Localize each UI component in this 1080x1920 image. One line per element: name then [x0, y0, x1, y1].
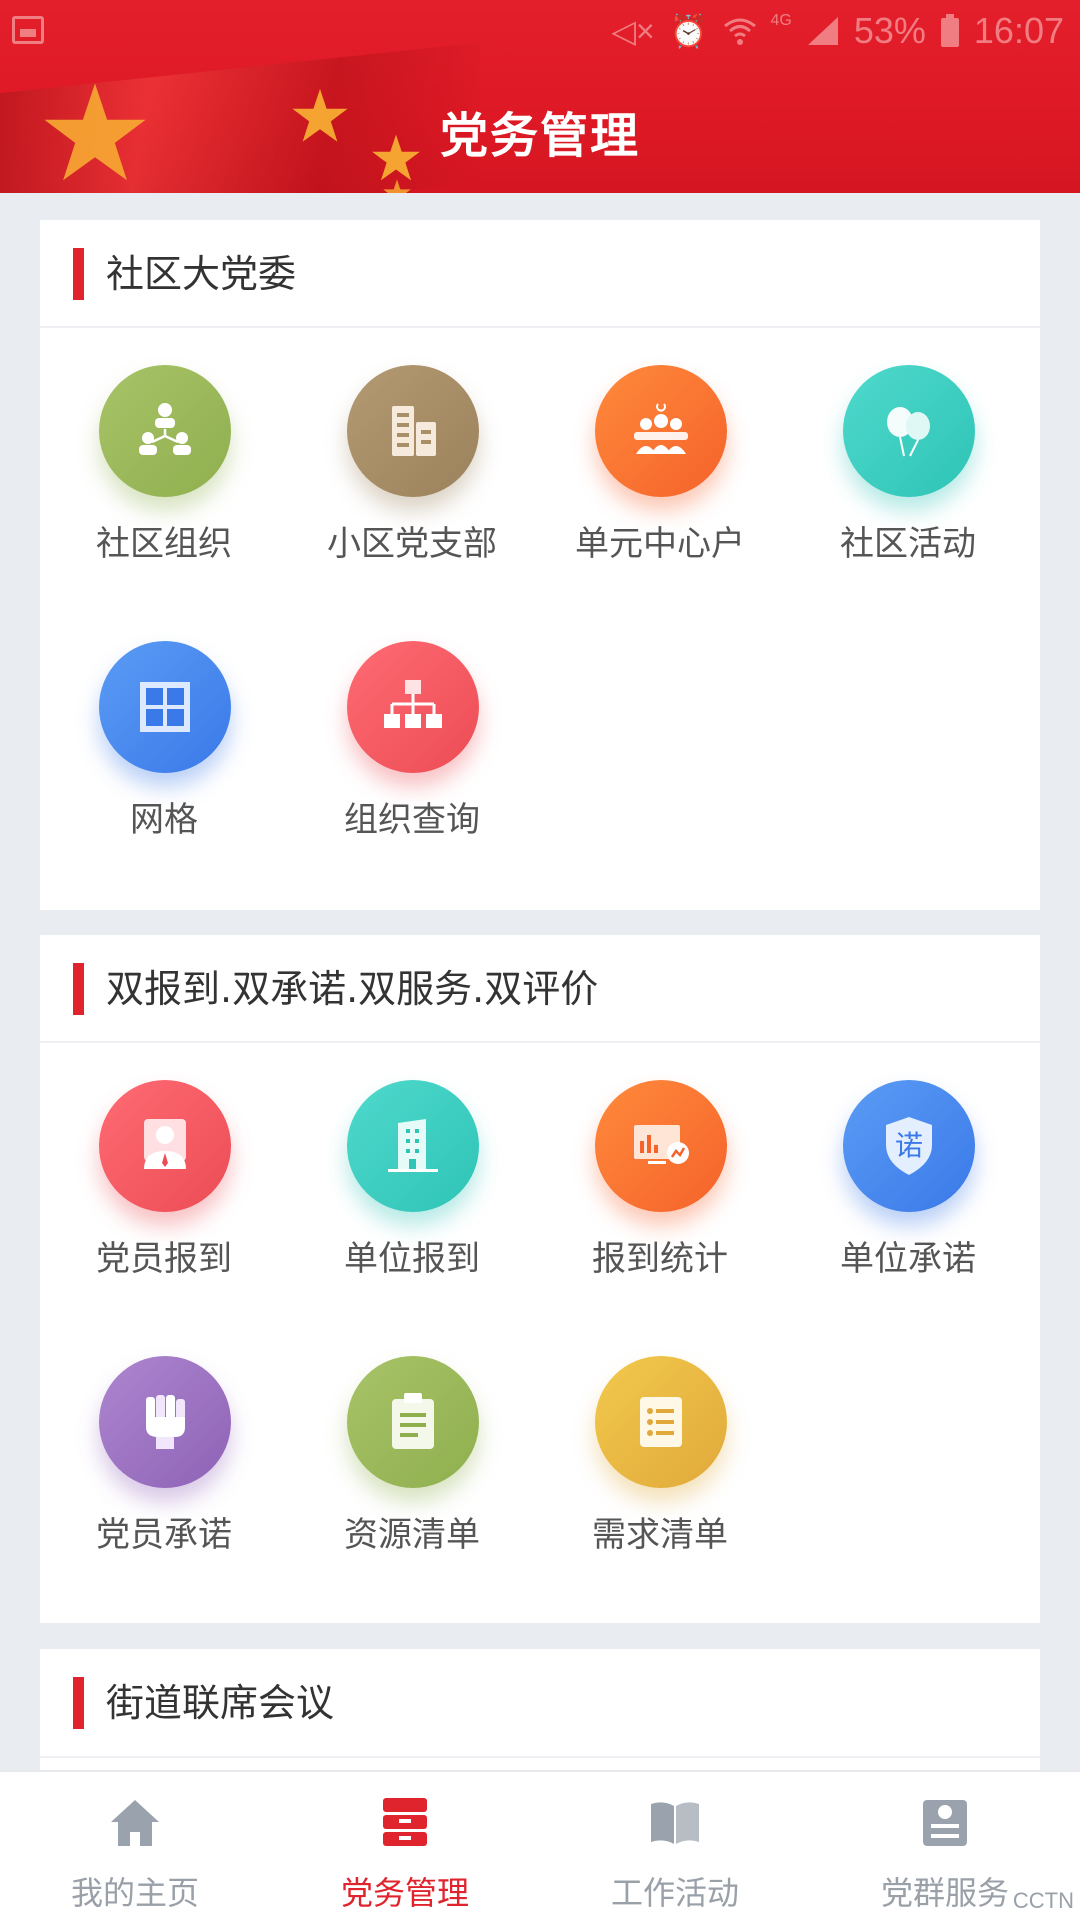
menu-item-member-promise[interactable]: 党员承诺 [40, 1319, 288, 1579]
menu-item-label: 小区党支部 [327, 524, 497, 564]
status-bar: ◁× ⏰ 4G 53% 16:07 [0, 0, 1080, 62]
nav-label: 我的主页 [70, 1874, 199, 1912]
section-title: 社区大党委 [106, 252, 297, 296]
service-icon [923, 1800, 967, 1846]
bottom-navigation: 我的主页 党务管理 工作活动 党群服务 CCTN [0, 1770, 1080, 1920]
org-people-icon [99, 365, 231, 497]
menu-item-label: 组织查询 [344, 800, 480, 840]
clipboard-icon [347, 1356, 479, 1488]
menu-item-resource-list[interactable]: 资源清单 [288, 1319, 536, 1579]
menu-item-member-report[interactable]: 党员报到 [40, 1043, 288, 1303]
accent-bar [73, 248, 84, 300]
buildings-icon [347, 365, 479, 497]
section-street-joint-meeting: 街道联席会议 [40, 1649, 1040, 1770]
section-header: 社区大党委 [40, 220, 1040, 328]
signal-icon [807, 17, 838, 45]
list-icon [595, 1356, 727, 1488]
accent-bar [73, 1677, 84, 1729]
grid-icon [99, 641, 231, 773]
menu-item-label: 党员承诺 [96, 1515, 232, 1555]
menu-item-label: 报到统计 [592, 1239, 728, 1279]
section-header: 街道联席会议 [40, 1649, 1040, 1758]
section-community-party-committee: 社区大党委 社区组织 小区党支部 单元中心户 社区活动 网格 组织查询 [40, 220, 1040, 910]
flag-star-small-icon [383, 179, 411, 193]
menu-item-unit-center-household[interactable]: 单元中心户 [536, 328, 784, 588]
alarm-icon: ⏰ [668, 13, 709, 49]
battery-percentage: 53% [853, 10, 926, 51]
menu-item-org-query[interactable]: 组织查询 [288, 604, 536, 864]
fist-icon [99, 1356, 231, 1488]
org-chart-icon [347, 641, 479, 773]
balloons-icon [843, 365, 975, 497]
section-header: 双报到.双承诺.双服务.双评价 [40, 935, 1040, 1043]
menu-item-label: 网格 [130, 800, 198, 840]
book-icon [651, 1802, 699, 1844]
nav-label: 党务管理 [340, 1874, 469, 1912]
menu-item-label: 党员报到 [96, 1239, 232, 1279]
mute-icon: ◁× [611, 13, 655, 49]
accent-bar [73, 963, 84, 1015]
section-title: 街道联席会议 [106, 1681, 335, 1725]
menu-item-label: 社区活动 [840, 524, 976, 564]
menu-item-report-stats[interactable]: 报到统计 [536, 1043, 784, 1303]
nav-tab-party-affairs[interactable]: 党务管理 [270, 1772, 540, 1920]
group-party-icon [595, 365, 727, 497]
member-icon [99, 1080, 231, 1212]
page-title: 党务管理 [439, 108, 640, 164]
watermark-logo: CCTN [1012, 1888, 1074, 1913]
wifi-icon [723, 18, 756, 45]
menu-item-residential-branch[interactable]: 小区党支部 [288, 328, 536, 588]
promise-glyph: 诺 [895, 1129, 923, 1162]
menu-item-community-org[interactable]: 社区组织 [40, 328, 288, 588]
battery-icon [940, 14, 959, 47]
home-icon [111, 1800, 159, 1846]
office-building-icon [347, 1080, 479, 1212]
menu-item-label: 单位报到 [344, 1239, 480, 1279]
4g-icon: 4G [770, 12, 792, 29]
menu-item-community-activity[interactable]: 社区活动 [784, 328, 1032, 588]
nav-label: 工作活动 [610, 1874, 739, 1912]
app-header: ◁× ⏰ 4G 53% 16:07 党务管理 [0, 0, 1080, 193]
nav-tab-home[interactable]: 我的主页 [0, 1772, 270, 1920]
image-icon [12, 16, 44, 44]
clock: 16:07 [973, 10, 1064, 51]
menu-item-label: 单元中心户 [575, 524, 745, 564]
section-title: 双报到.双承诺.双服务.双评价 [106, 967, 599, 1011]
nav-tab-work-activity[interactable]: 工作活动 [540, 1772, 810, 1920]
drawer-icon [383, 1798, 427, 1846]
menu-item-demand-list[interactable]: 需求清单 [536, 1319, 784, 1579]
menu-item-label: 需求清单 [592, 1515, 728, 1555]
menu-item-label: 社区组织 [96, 524, 232, 564]
menu-item-label: 资源清单 [344, 1515, 480, 1555]
section-double-report: 双报到.双承诺.双服务.双评价 党员报到 单位报到 报到统计 诺 单位承诺 党员… [40, 935, 1040, 1623]
shield-promise-icon: 诺 [843, 1080, 975, 1212]
menu-item-unit-report[interactable]: 单位报到 [288, 1043, 536, 1303]
menu-item-grid[interactable]: 网格 [40, 604, 288, 864]
menu-item-unit-promise[interactable]: 诺 单位承诺 [784, 1043, 1032, 1303]
status-icons: ◁× ⏰ 4G 53% 16:07 [611, 8, 1064, 54]
stats-screen-icon [595, 1080, 727, 1212]
menu-item-label: 单位承诺 [840, 1239, 976, 1279]
